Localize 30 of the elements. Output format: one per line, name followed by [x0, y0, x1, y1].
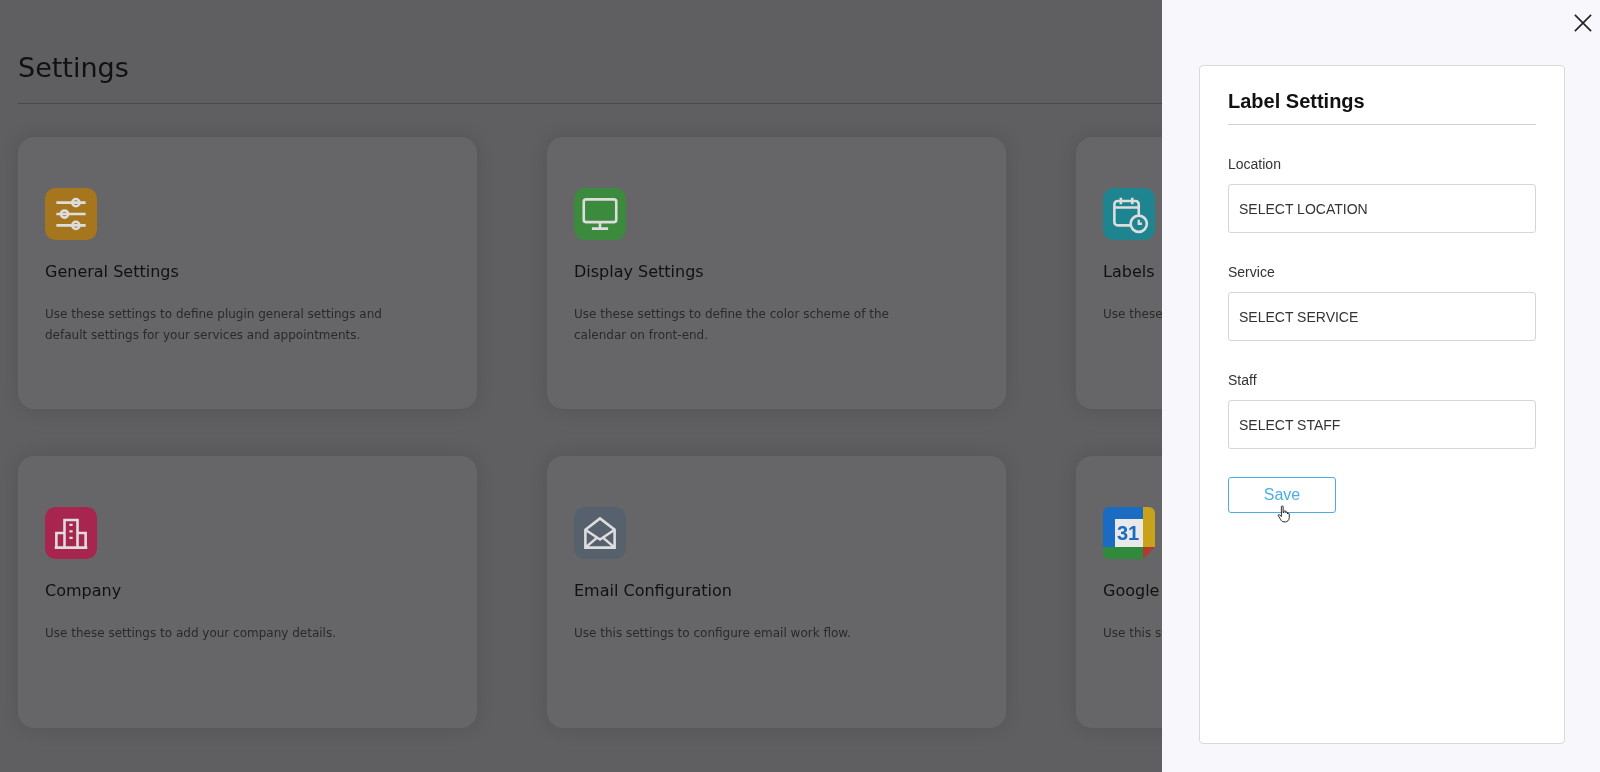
close-icon[interactable]	[1574, 14, 1592, 32]
settings-card[interactable]: Labels Use these	[1076, 137, 1162, 409]
field-label: Staff	[1228, 371, 1258, 389]
card-description: Use these settings to define the color scheme of the calendar on front-end.	[574, 306, 890, 344]
card-title: Google	[1103, 581, 1161, 601]
card-description: Use these	[1103, 306, 1162, 323]
select-field[interactable]: SELECT STAFF	[1228, 400, 1536, 449]
panel-title: Label Settings	[1228, 89, 1366, 114]
hand-cursor-icon	[1277, 505, 1291, 523]
select-field[interactable]: SELECT LOCATION	[1228, 184, 1536, 233]
field-label: Location	[1228, 155, 1282, 173]
card-title: Email Configuration	[574, 581, 733, 601]
card-title: Company	[45, 581, 123, 601]
card-description: Use this settings to configure email work flow.	[574, 625, 852, 642]
settings-card[interactable]: 31 Google Use this s	[1076, 456, 1162, 728]
settings-card[interactable]: Email Configuration Use this settings to configure email work flow.	[547, 456, 1006, 728]
settings-card[interactable]: Display Settings Use these settings to define the color scheme of the calendar on front-end.	[547, 137, 1006, 409]
card-title: Labels	[1103, 262, 1156, 282]
save-button[interactable]: Save	[1228, 477, 1336, 513]
card-title: General Settings	[45, 262, 180, 282]
select-field[interactable]: SELECT SERVICE	[1228, 292, 1536, 341]
field-label: Service	[1228, 263, 1276, 281]
settings-card[interactable]: General Settings Use these settings to define plugin general settings and default settings for your services and appointments.	[18, 137, 477, 409]
card-description: Use these settings to add your company details.	[45, 625, 338, 642]
settings-card[interactable]: Company Use these settings to add your company details.	[18, 456, 477, 728]
card-description: Use this s	[1103, 625, 1162, 642]
calendar-date: 31	[1117, 521, 1140, 545]
card-description: Use these settings to define plugin general settings and default settings for your services and appointments.	[45, 306, 383, 344]
card-title: Display Settings	[574, 262, 705, 282]
page-title: Settings	[18, 51, 130, 85]
